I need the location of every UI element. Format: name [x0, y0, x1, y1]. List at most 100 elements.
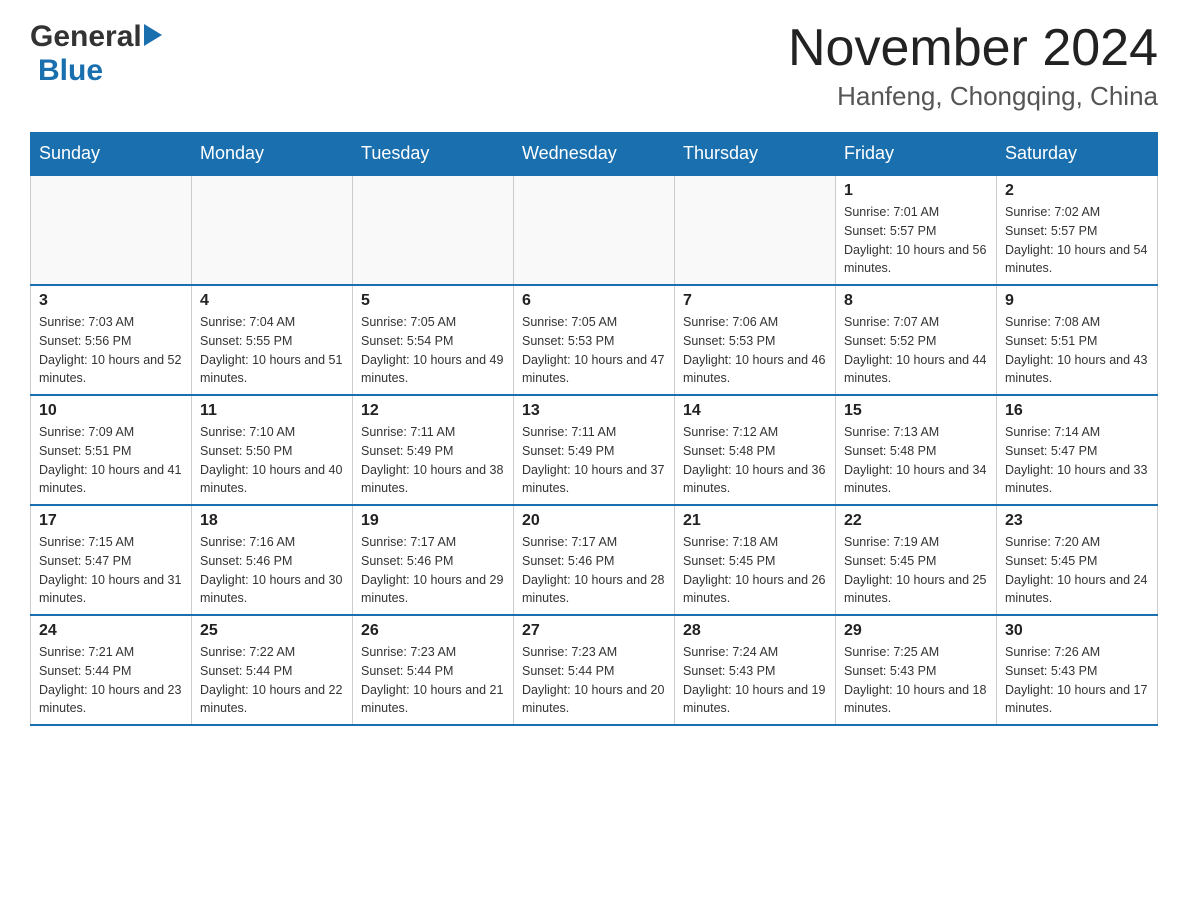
- calendar-day-cell: 1Sunrise: 7:01 AMSunset: 5:57 PMDaylight…: [836, 175, 997, 285]
- day-info: Sunrise: 7:21 AMSunset: 5:44 PMDaylight:…: [39, 643, 183, 718]
- day-number: 14: [683, 402, 827, 420]
- day-number: 5: [361, 292, 505, 310]
- day-number: 18: [200, 512, 344, 530]
- calendar-day-cell: 20 Sunrise: 7:17 AMSunset: 5:46 PMDayligh…: [514, 505, 675, 615]
- day-info: Sunrise: 7:11 AMSunset: 5:49 PMDaylight:…: [522, 423, 666, 498]
- day-of-week-header: Monday: [192, 133, 353, 176]
- day-info: Sunrise: 7:10 AMSunset: 5:50 PMDaylight:…: [200, 423, 344, 498]
- day-info: Sunrise: 7:14 AMSunset: 5:47 PMDaylight:…: [1005, 423, 1149, 498]
- day-info: Sunrise: 7:24 AMSunset: 5:43 PMDaylight:…: [683, 643, 827, 718]
- calendar-day-cell: 7 Sunrise: 7:06 AMSunset: 5:53 PMDaylight…: [675, 285, 836, 395]
- day-info: Sunrise: 7:16 AMSunset: 5:46 PMDaylight:…: [200, 533, 344, 608]
- month-year-title: November 2024: [788, 20, 1158, 77]
- calendar-day-cell: 4 Sunrise: 7:04 AMSunset: 5:55 PMDaylight…: [192, 285, 353, 395]
- day-number: 26: [361, 622, 505, 640]
- title-block: November 2024 Hanfeng, Chongqing, China: [788, 20, 1158, 112]
- day-info: Sunrise: 7:12 AMSunset: 5:48 PMDaylight:…: [683, 423, 827, 498]
- day-number: 28: [683, 622, 827, 640]
- calendar-day-cell: [514, 175, 675, 285]
- page-header: General Blue November 2024 Hanfeng, Chon…: [30, 20, 1158, 112]
- calendar-day-cell: 19Sunrise: 7:17 AMSunset: 5:46 PMDayligh…: [353, 505, 514, 615]
- day-info: Sunrise: 7:18 AMSunset: 5:45 PMDaylight:…: [683, 533, 827, 608]
- day-info: Sunrise: 7:05 AMSunset: 5:54 PMDaylight:…: [361, 313, 505, 388]
- day-info: Sunrise: 7:23 AMSunset: 5:44 PMDaylight:…: [522, 643, 666, 718]
- day-number: 7: [683, 292, 827, 310]
- day-of-week-header: Sunday: [31, 133, 192, 176]
- calendar-day-cell: 25 Sunrise: 7:22 AMSunset: 5:44 PMDayligh…: [192, 615, 353, 725]
- day-info: Sunrise: 7:26 AMSunset: 5:43 PMDaylight:…: [1005, 643, 1149, 718]
- day-number: 23: [1005, 512, 1149, 530]
- calendar-day-cell: 12Sunrise: 7:11 AMSunset: 5:49 PMDayligh…: [353, 395, 514, 505]
- day-number: 17: [39, 512, 183, 530]
- day-of-week-header: Friday: [836, 133, 997, 176]
- logo: General Blue: [30, 20, 162, 88]
- calendar-day-cell: [192, 175, 353, 285]
- day-number: 24: [39, 622, 183, 640]
- location-subtitle: Hanfeng, Chongqing, China: [788, 81, 1158, 112]
- calendar-week-row: 17Sunrise: 7:15 AMSunset: 5:47 PMDayligh…: [31, 505, 1158, 615]
- calendar-day-cell: 2 Sunrise: 7:02 AMSunset: 5:57 PMDaylight…: [997, 175, 1158, 285]
- day-number: 3: [39, 292, 183, 310]
- day-number: 29: [844, 622, 988, 640]
- calendar-day-cell: 14 Sunrise: 7:12 AMSunset: 5:48 PMDayligh…: [675, 395, 836, 505]
- calendar-day-cell: 26 Sunrise: 7:23 AMSunset: 5:44 PMDayligh…: [353, 615, 514, 725]
- calendar-day-cell: 28 Sunrise: 7:24 AMSunset: 5:43 PMDayligh…: [675, 615, 836, 725]
- day-info: Sunrise: 7:20 AMSunset: 5:45 PMDaylight:…: [1005, 533, 1149, 608]
- day-number: 13: [522, 402, 666, 420]
- day-info: Sunrise: 7:05 AMSunset: 5:53 PMDaylight:…: [522, 313, 666, 388]
- calendar-week-row: 10 Sunrise: 7:09 AMSunset: 5:51 PMDayligh…: [31, 395, 1158, 505]
- day-info: Sunrise: 7:13 AMSunset: 5:48 PMDaylight:…: [844, 423, 988, 498]
- day-number: 8: [844, 292, 988, 310]
- day-of-week-header: Wednesday: [514, 133, 675, 176]
- day-number: 6: [522, 292, 666, 310]
- day-info: Sunrise: 7:17 AMSunset: 5:46 PMDaylight:…: [361, 533, 505, 608]
- day-number: 27: [522, 622, 666, 640]
- calendar-day-cell: 29 Sunrise: 7:25 AMSunset: 5:43 PMDayligh…: [836, 615, 997, 725]
- day-info: Sunrise: 7:09 AMSunset: 5:51 PMDaylight:…: [39, 423, 183, 498]
- calendar-day-cell: 11 Sunrise: 7:10 AMSunset: 5:50 PMDayligh…: [192, 395, 353, 505]
- day-info: Sunrise: 7:22 AMSunset: 5:44 PMDaylight:…: [200, 643, 344, 718]
- day-number: 11: [200, 402, 344, 420]
- logo-blue: Blue: [38, 54, 103, 87]
- day-of-week-header: Saturday: [997, 133, 1158, 176]
- calendar-day-cell: 16 Sunrise: 7:14 AMSunset: 5:47 PMDayligh…: [997, 395, 1158, 505]
- day-info: Sunrise: 7:19 AMSunset: 5:45 PMDaylight:…: [844, 533, 988, 608]
- calendar-day-cell: 3 Sunrise: 7:03 AMSunset: 5:56 PMDaylight…: [31, 285, 192, 395]
- calendar-day-cell: 10 Sunrise: 7:09 AMSunset: 5:51 PMDayligh…: [31, 395, 192, 505]
- day-info: Sunrise: 7:04 AMSunset: 5:55 PMDaylight:…: [200, 313, 344, 388]
- day-number: 20: [522, 512, 666, 530]
- logo-general: General: [30, 20, 142, 54]
- calendar-week-row: 24 Sunrise: 7:21 AMSunset: 5:44 PMDayligh…: [31, 615, 1158, 725]
- calendar-day-cell: 23 Sunrise: 7:20 AMSunset: 5:45 PMDayligh…: [997, 505, 1158, 615]
- calendar-day-cell: [675, 175, 836, 285]
- calendar-day-cell: 24 Sunrise: 7:21 AMSunset: 5:44 PMDayligh…: [31, 615, 192, 725]
- calendar-week-row: 3 Sunrise: 7:03 AMSunset: 5:56 PMDaylight…: [31, 285, 1158, 395]
- day-number: 2: [1005, 182, 1149, 200]
- calendar-day-cell: 22Sunrise: 7:19 AMSunset: 5:45 PMDayligh…: [836, 505, 997, 615]
- day-info: Sunrise: 7:02 AMSunset: 5:57 PMDaylight:…: [1005, 203, 1149, 278]
- day-info: Sunrise: 7:08 AMSunset: 5:51 PMDaylight:…: [1005, 313, 1149, 388]
- calendar-day-cell: 9 Sunrise: 7:08 AMSunset: 5:51 PMDaylight…: [997, 285, 1158, 395]
- day-number: 15: [844, 402, 988, 420]
- calendar-day-cell: 17Sunrise: 7:15 AMSunset: 5:47 PMDayligh…: [31, 505, 192, 615]
- day-info: Sunrise: 7:23 AMSunset: 5:44 PMDaylight:…: [361, 643, 505, 718]
- day-number: 10: [39, 402, 183, 420]
- day-number: 4: [200, 292, 344, 310]
- day-number: 16: [1005, 402, 1149, 420]
- day-info: Sunrise: 7:17 AMSunset: 5:46 PMDaylight:…: [522, 533, 666, 608]
- day-number: 25: [200, 622, 344, 640]
- day-number: 9: [1005, 292, 1149, 310]
- calendar-week-row: 1Sunrise: 7:01 AMSunset: 5:57 PMDaylight…: [31, 175, 1158, 285]
- day-number: 21: [683, 512, 827, 530]
- day-info: Sunrise: 7:03 AMSunset: 5:56 PMDaylight:…: [39, 313, 183, 388]
- calendar-day-cell: 18 Sunrise: 7:16 AMSunset: 5:46 PMDayligh…: [192, 505, 353, 615]
- calendar-day-cell: [353, 175, 514, 285]
- day-info: Sunrise: 7:07 AMSunset: 5:52 PMDaylight:…: [844, 313, 988, 388]
- logo-chevron-icon: [144, 24, 162, 51]
- day-info: Sunrise: 7:06 AMSunset: 5:53 PMDaylight:…: [683, 313, 827, 388]
- day-info: Sunrise: 7:25 AMSunset: 5:43 PMDaylight:…: [844, 643, 988, 718]
- calendar-table: SundayMondayTuesdayWednesdayThursdayFrid…: [30, 132, 1158, 726]
- day-number: 1: [844, 182, 988, 200]
- day-number: 12: [361, 402, 505, 420]
- calendar-day-cell: 5 Sunrise: 7:05 AMSunset: 5:54 PMDaylight…: [353, 285, 514, 395]
